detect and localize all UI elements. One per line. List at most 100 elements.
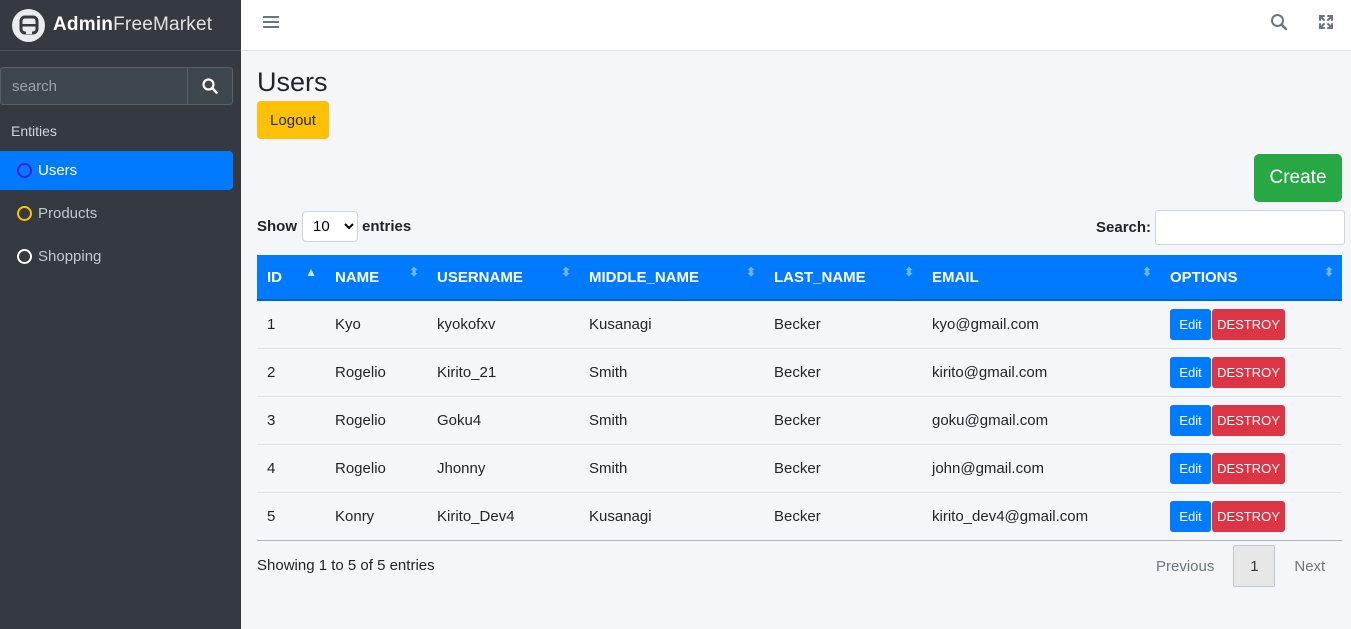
cell-name: Konry xyxy=(335,507,375,525)
sort-icon: ⬍ xyxy=(560,265,571,279)
users-table: ID ▲ NAME ⬍ USERNAME ⬍ MIDDLE_NAME ⬍ LAST_NA… xyxy=(257,255,1342,541)
circle-icon xyxy=(17,206,32,221)
navbar-search-button[interactable] xyxy=(1270,13,1288,35)
cell-email: kirito_dev4@gmail.com xyxy=(932,507,1089,525)
cell-name: Rogelio xyxy=(335,459,386,477)
destroy-button[interactable]: DESTROY xyxy=(1212,500,1285,532)
cell-options: Edit DESTROY xyxy=(1160,444,1342,492)
show-label: Show xyxy=(257,217,297,235)
column-header-name[interactable]: NAME ⬍ xyxy=(325,255,427,301)
cell-id: 3 xyxy=(267,411,276,429)
table-header-row: ID ▲ NAME ⬍ USERNAME ⬍ MIDDLE_NAME ⬍ LAST_NA… xyxy=(257,255,1342,301)
next-page-button[interactable]: Next xyxy=(1280,545,1339,587)
sort-icon: ⬍ xyxy=(1141,265,1152,279)
sidebar-item-label: Products xyxy=(38,205,98,222)
cell-last-name: Becker xyxy=(774,459,821,477)
sidebar-search xyxy=(0,67,233,105)
top-navbar xyxy=(241,0,1351,51)
cell-name: Rogelio xyxy=(335,411,386,429)
brand-text: AdminFreeMarket xyxy=(53,14,212,36)
edit-button[interactable]: Edit xyxy=(1170,308,1211,340)
sidebar-item-shopping[interactable]: Shopping xyxy=(0,237,233,276)
column-header-username[interactable]: USERNAME ⬍ xyxy=(427,255,579,301)
previous-page-button[interactable]: Previous xyxy=(1142,545,1228,587)
cell-username: Kirito_Dev4 xyxy=(437,507,515,525)
cell-options: Edit DESTROY xyxy=(1160,300,1342,348)
entries-length-select[interactable]: 10 xyxy=(302,210,358,242)
column-header-last-name[interactable]: LAST_NAME ⬍ xyxy=(764,255,922,301)
cell-id: 2 xyxy=(267,363,276,381)
pagination: Previous 1 Next xyxy=(1142,545,1339,587)
sidebar-item-products[interactable]: Products xyxy=(0,194,233,233)
column-header-options[interactable]: OPTIONS ⬍ xyxy=(1160,255,1342,301)
brand-link[interactable]: AdminFreeMarket xyxy=(0,0,241,51)
column-header-email[interactable]: EMAIL ⬍ xyxy=(922,255,1160,301)
cell-middle-name: Smith xyxy=(589,459,628,477)
cell-id: 1 xyxy=(267,315,276,333)
cell-options: Edit DESTROY xyxy=(1160,348,1342,396)
cell-options: Edit DESTROY xyxy=(1160,492,1342,540)
cell-email: john@gmail.com xyxy=(932,459,1044,477)
cell-middle-name: Kusanagi xyxy=(589,507,652,525)
edit-button[interactable]: Edit xyxy=(1170,500,1211,532)
cell-name: Kyo xyxy=(335,315,361,333)
table-info: Showing 1 to 5 of 5 entries xyxy=(257,557,435,574)
search-icon xyxy=(202,78,218,94)
edit-button[interactable]: Edit xyxy=(1170,356,1211,388)
cell-last-name: Becker xyxy=(774,363,821,381)
destroy-button[interactable]: DESTROY xyxy=(1212,404,1285,436)
table-row: 4 Rogelio Jhonny Smith Becker john@gmail… xyxy=(257,444,1342,492)
expand-icon xyxy=(1319,15,1333,29)
sidebar-search-input[interactable] xyxy=(0,67,187,105)
logout-button[interactable]: Logout xyxy=(257,101,329,139)
create-button[interactable]: Create xyxy=(1254,154,1342,202)
edit-button[interactable]: Edit xyxy=(1170,452,1211,484)
main-sidebar: AdminFreeMarket Entities Users Products … xyxy=(0,0,241,629)
cell-email: goku@gmail.com xyxy=(932,411,1049,429)
edit-button[interactable]: Edit xyxy=(1170,404,1211,436)
cell-last-name: Becker xyxy=(774,411,821,429)
table-row: 5 Konry Kirito_Dev4 Kusanagi Becker kiri… xyxy=(257,492,1342,540)
search-icon xyxy=(1271,14,1288,31)
sort-icon: ⬍ xyxy=(745,265,756,279)
cell-last-name: Becker xyxy=(774,507,821,525)
table-row: 1 Kyo kyokofxv Kusanagi Becker kyo@gmail… xyxy=(257,300,1342,348)
cell-name: Rogelio xyxy=(335,363,386,381)
menu-toggle-icon[interactable] xyxy=(263,14,279,30)
entries-label: entries xyxy=(362,217,412,235)
fullscreen-button[interactable] xyxy=(1318,14,1334,34)
cell-username: Kirito_21 xyxy=(437,363,497,381)
cell-middle-name: Smith xyxy=(589,363,628,381)
column-header-middle-name[interactable]: MIDDLE_NAME ⬍ xyxy=(579,255,764,301)
circle-icon xyxy=(17,163,32,178)
brand-text-light: FreeMarket xyxy=(113,14,213,35)
sort-asc-icon: ▲ xyxy=(305,265,317,279)
cell-username: Jhonny xyxy=(437,459,486,477)
sidebar-item-label: Shopping xyxy=(38,248,102,265)
destroy-button[interactable]: DESTROY xyxy=(1212,452,1285,484)
cell-email: kyo@gmail.com xyxy=(932,315,1039,333)
page-title: Users xyxy=(257,67,328,97)
cell-username: Goku4 xyxy=(437,411,482,429)
table-search-label: Search: xyxy=(1096,219,1152,236)
cell-id: 4 xyxy=(267,459,276,477)
entries-length-control: Show 10 entries xyxy=(257,210,411,242)
page-button-current[interactable]: 1 xyxy=(1233,545,1276,587)
table-row: 3 Rogelio Goku4 Smith Becker goku@gmail.… xyxy=(257,396,1342,444)
table-row: 2 Rogelio Kirito_21 Smith Becker kirito@… xyxy=(257,348,1342,396)
destroy-button[interactable]: DESTROY xyxy=(1212,356,1285,388)
table-search-control: Search: xyxy=(1096,210,1346,245)
cell-last-name: Becker xyxy=(774,315,821,333)
table-search-input[interactable] xyxy=(1155,210,1346,245)
brand-text-bold: Admin xyxy=(53,14,114,35)
sidebar-search-button[interactable] xyxy=(187,67,233,105)
cell-middle-name: Smith xyxy=(589,411,628,429)
cell-email: kirito@gmail.com xyxy=(932,363,1048,381)
destroy-button[interactable]: DESTROY xyxy=(1212,308,1285,340)
sort-icon: ⬍ xyxy=(903,265,914,279)
nav-header-entities: Entities xyxy=(11,123,57,139)
circle-icon xyxy=(17,249,32,264)
sidebar-item-users[interactable]: Users xyxy=(0,151,233,190)
cell-username: kyokofxv xyxy=(437,315,496,333)
column-header-id[interactable]: ID ▲ xyxy=(257,255,325,301)
